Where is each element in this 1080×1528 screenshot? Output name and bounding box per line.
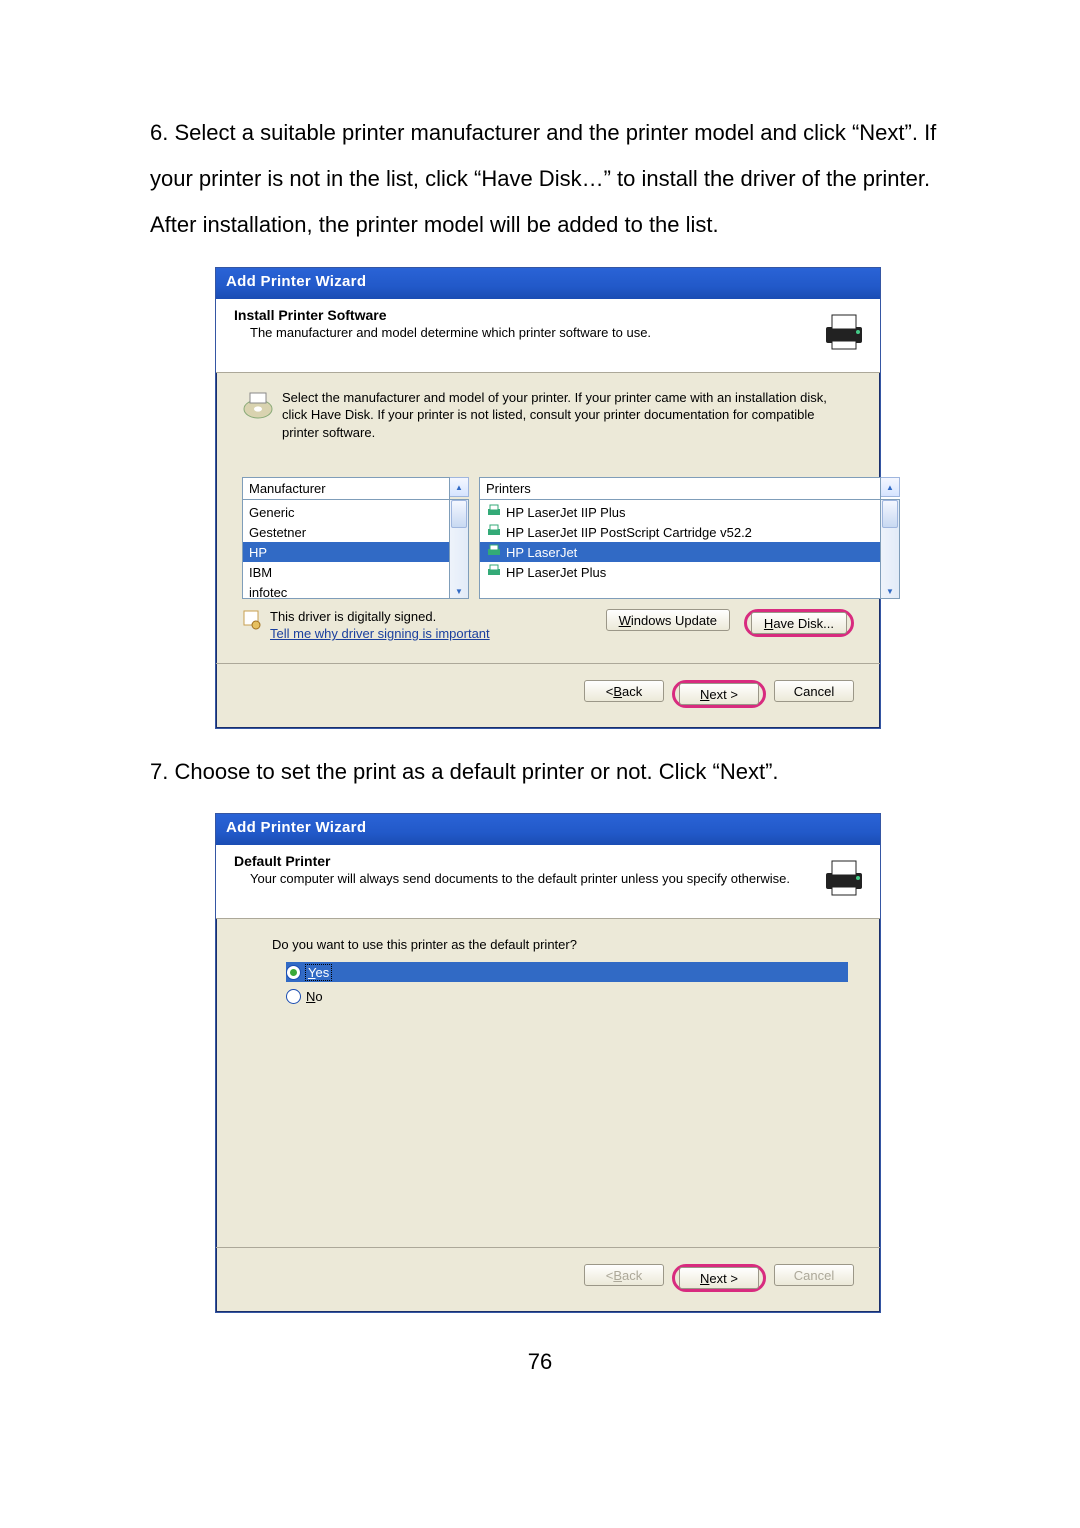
install-disk-icon <box>242 389 274 426</box>
cancel-button[interactable]: Cancel <box>774 680 854 702</box>
printer-item[interactable]: HP LaserJet <box>480 542 880 562</box>
radio-yes[interactable]: Yes <box>286 962 848 982</box>
btn-mn: H <box>764 616 773 631</box>
radio-dot-icon <box>286 989 301 1004</box>
wizard-nav-row: < Back Next > Cancel <box>216 663 880 728</box>
step6-text: Select a suitable printer manufacturer a… <box>150 120 936 237</box>
printers-column-header: Printers <box>479 477 881 499</box>
printer-item[interactable]: HP LaserJet IIP PostScript Cartridge v52… <box>480 522 880 542</box>
manufacturer-item[interactable]: IBM <box>243 562 449 582</box>
instruction-text: Select the manufacturer and model of you… <box>282 389 854 442</box>
printer-icon <box>820 307 868 358</box>
instruction-block: Select the manufacturer and model of you… <box>242 389 854 442</box>
dialog-title-bar: Add Printer Wizard <box>216 814 880 845</box>
btn-post: indows Update <box>631 613 717 628</box>
printer-item-icon <box>486 563 502 582</box>
wizard-nav-row: < Back Next > Cancel <box>216 1247 880 1312</box>
scrollbar-thumb[interactable] <box>451 500 467 528</box>
btn-mn: W <box>619 613 631 628</box>
opt-post: es <box>315 965 329 980</box>
printers-listbox[interactable]: HP LaserJet IIP Plus HP LaserJet IIP Pos… <box>479 499 881 599</box>
btn-post: ext > <box>709 1271 738 1286</box>
printer-item-icon <box>486 523 502 542</box>
btn-post: ave Disk... <box>773 616 834 631</box>
manufacturer-item[interactable]: infotec <box>243 582 449 602</box>
next-button[interactable]: Next > <box>679 683 759 705</box>
radio-no-label: No <box>306 989 323 1004</box>
step6-paragraph: 6. Select a suitable printer manufacture… <box>150 110 960 249</box>
btn-post: ack <box>622 1268 642 1283</box>
manufacturer-scrollbar[interactable]: ▼ <box>450 499 469 599</box>
printer-item[interactable]: HP LaserJet IIP Plus <box>480 502 880 522</box>
back-button[interactable]: < Back <box>584 1264 664 1286</box>
scroll-down-arrow-icon[interactable]: ▼ <box>455 585 463 598</box>
next-highlight: Next > <box>672 1264 766 1292</box>
driver-signing-row: This driver is digitally signed. Tell me… <box>242 609 854 641</box>
opt-mn: N <box>306 989 315 1004</box>
scrollbar-thumb[interactable] <box>882 500 898 528</box>
manufacturer-item[interactable]: HP <box>243 542 449 562</box>
add-printer-wizard-dialog-default: Add Printer Wizard Default Printer Your … <box>215 813 881 1313</box>
step6-number: 6. <box>150 120 168 145</box>
printers-column: Printers ▲ HP LaserJet IIP Plus HP La <box>479 477 900 599</box>
btn-mn: N <box>700 687 709 702</box>
add-printer-wizard-dialog-install: Add Printer Wizard Install Printer Softw… <box>215 267 881 730</box>
radio-yes-label: Yes <box>306 965 331 980</box>
btn-post: ack <box>622 684 642 699</box>
page-number: 76 <box>0 1349 1080 1375</box>
header-title: Install Printer Software <box>234 307 808 323</box>
driver-signed-text: This driver is digitally signed. <box>270 609 598 624</box>
manufacturer-listbox[interactable]: Generic Gestetner HP IBM infotec <box>242 499 450 599</box>
cancel-button[interactable]: Cancel <box>774 1264 854 1286</box>
scroll-down-arrow-icon[interactable]: ▼ <box>886 585 894 598</box>
btn-pre: < <box>606 1268 614 1283</box>
step7-text: Choose to set the print as a default pri… <box>174 759 778 784</box>
manufacturer-column-header: Manufacturer <box>242 477 450 499</box>
scroll-up-arrow-icon[interactable]: ▲ <box>881 477 900 497</box>
printer-item[interactable]: HP LaserJet Plus <box>480 562 880 582</box>
btn-post: ext > <box>709 687 738 702</box>
have-disk-highlight: Have Disk... <box>744 609 854 637</box>
printer-item-label: HP LaserJet IIP PostScript Cartridge v52… <box>506 525 752 540</box>
default-printer-question: Do you want to use this printer as the d… <box>272 937 848 952</box>
next-highlight: Next > <box>672 680 766 708</box>
btn-mn: N <box>700 1271 709 1286</box>
manufacturer-item[interactable]: Generic <box>243 502 449 522</box>
printer-item-icon <box>486 503 502 522</box>
manufacturer-column: Manufacturer ▲ Generic Gestetner HP IBM … <box>242 477 469 599</box>
btn-mn: B <box>613 684 622 699</box>
header-subtitle: The manufacturer and model determine whi… <box>250 325 808 340</box>
step7-paragraph: 7. Choose to set the print as a default … <box>150 749 960 795</box>
dialog-title-bar: Add Printer Wizard <box>216 268 880 299</box>
printer-item-label: HP LaserJet Plus <box>506 565 606 580</box>
step7-number: 7. <box>150 759 168 784</box>
radio-dot-icon <box>286 965 301 980</box>
dialog-header: Default Printer Your computer will alway… <box>216 845 880 919</box>
manufacturer-item[interactable]: Gestetner <box>243 522 449 542</box>
btn-pre: < <box>606 684 614 699</box>
next-button[interactable]: Next > <box>679 1267 759 1289</box>
header-subtitle: Your computer will always send documents… <box>250 871 808 886</box>
printer-item-label: HP LaserJet <box>506 545 577 560</box>
btn-mn: B <box>613 1268 622 1283</box>
radio-no[interactable]: No <box>286 986 848 1006</box>
back-button[interactable]: < Back <box>584 680 664 702</box>
driver-signing-link[interactable]: Tell me why driver signing is important <box>270 626 598 641</box>
dialog-header: Install Printer Software The manufacture… <box>216 299 880 373</box>
certificate-icon <box>242 609 262 636</box>
header-title: Default Printer <box>234 853 808 869</box>
windows-update-button[interactable]: Windows Update <box>606 609 730 631</box>
printers-scrollbar[interactable]: ▼ <box>881 499 900 599</box>
have-disk-button[interactable]: Have Disk... <box>751 612 847 634</box>
opt-post: o <box>315 989 322 1004</box>
printer-item-label: HP LaserJet IIP Plus <box>506 505 625 520</box>
printer-icon <box>820 853 868 904</box>
scroll-up-arrow-icon[interactable]: ▲ <box>450 477 469 497</box>
printer-item-icon <box>486 543 502 562</box>
